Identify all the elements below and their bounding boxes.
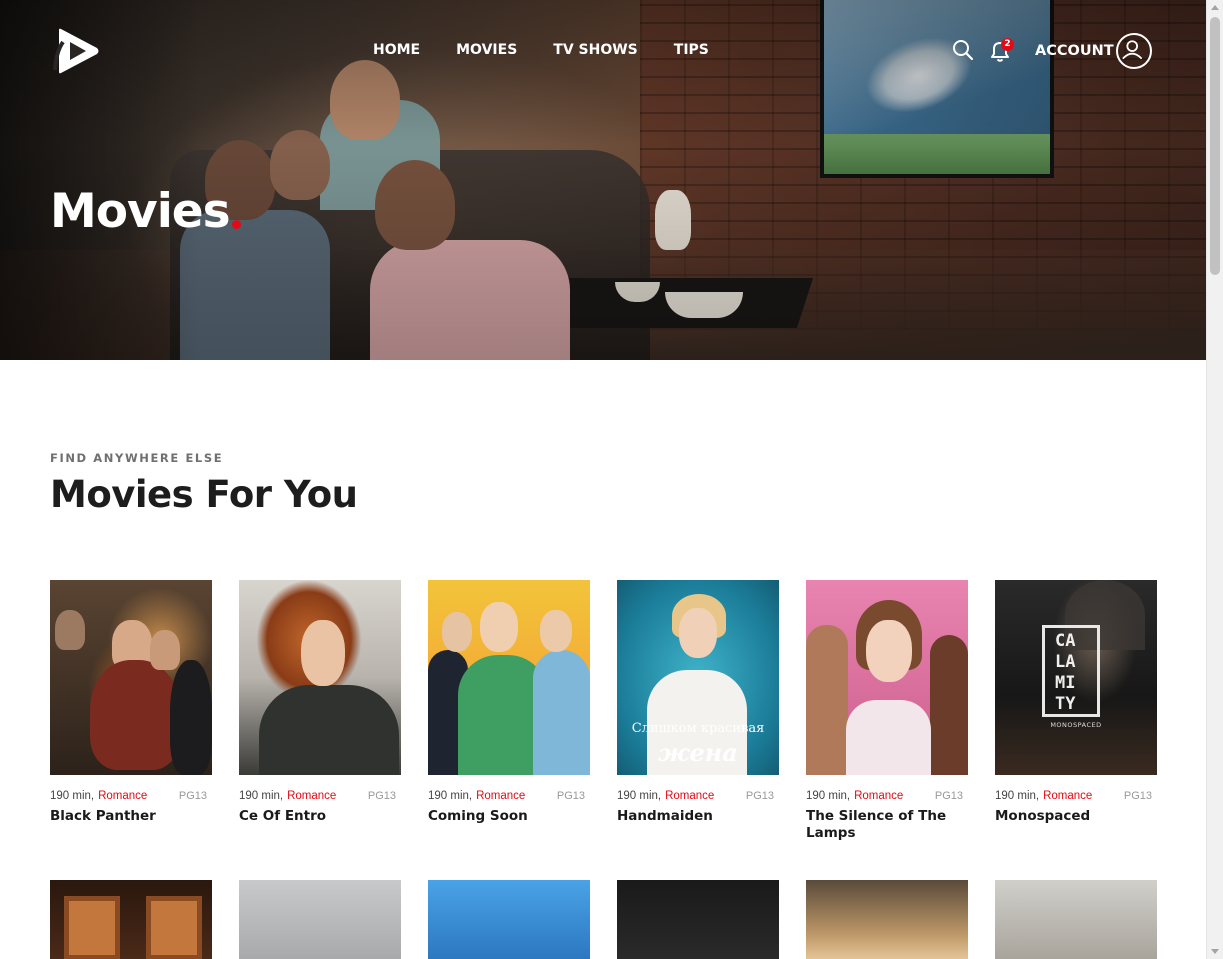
movie-title[interactable]: Coming Soon bbox=[428, 808, 590, 825]
title-accent-dot bbox=[232, 220, 241, 229]
movie-title[interactable]: Black Panther bbox=[50, 808, 212, 825]
poster-text: Слишком красивая bbox=[631, 721, 765, 736]
movie-duration: 190 min, bbox=[806, 790, 851, 802]
user-icon[interactable] bbox=[1116, 33, 1152, 69]
movie-poster[interactable] bbox=[995, 880, 1157, 959]
notifications-button[interactable]: 2 bbox=[987, 38, 1014, 64]
section-eyebrow: FIND ANYWHERE ELSE bbox=[50, 451, 224, 465]
movie-card[interactable]: CA LA MI TY MONOSPACED 190 min, Romance P… bbox=[995, 580, 1157, 825]
movie-card[interactable]: 190 min, Romance PG13 Ce Of Entro bbox=[239, 580, 401, 825]
page: HOME MOVIES TV SHOWS TIPS 2 ACCOUNT Movi… bbox=[0, 0, 1206, 959]
movie-duration: 190 min, bbox=[995, 790, 1040, 802]
movie-rating: PG13 bbox=[367, 790, 396, 802]
scroll-up-icon[interactable] bbox=[1211, 5, 1219, 10]
movie-poster[interactable] bbox=[239, 880, 401, 959]
movie-genre-link[interactable]: Romance bbox=[287, 790, 336, 802]
account-link[interactable]: ACCOUNT bbox=[1035, 42, 1114, 60]
movie-poster[interactable] bbox=[50, 580, 212, 775]
logo-play-icon[interactable] bbox=[53, 26, 103, 76]
movie-rating: PG13 bbox=[934, 790, 963, 802]
movie-card[interactable] bbox=[50, 880, 212, 959]
page-title: Movies bbox=[50, 184, 231, 239]
movie-poster[interactable] bbox=[428, 880, 590, 959]
movie-card[interactable] bbox=[617, 880, 779, 959]
movie-card[interactable]: 190 min, Romance PG13 Coming Soon bbox=[428, 580, 590, 825]
movie-rating: PG13 bbox=[178, 790, 207, 802]
movie-duration: 190 min, bbox=[239, 790, 284, 802]
movie-rating: PG13 bbox=[556, 790, 585, 802]
movie-duration: 190 min, bbox=[50, 790, 95, 802]
movie-title[interactable]: Handmaiden bbox=[617, 808, 779, 825]
poster-text: жена bbox=[658, 738, 738, 767]
nav-movies[interactable]: MOVIES bbox=[456, 41, 517, 59]
main-nav: HOME MOVIES TV SHOWS TIPS bbox=[373, 41, 709, 59]
movie-title[interactable]: Ce Of Entro bbox=[239, 808, 401, 825]
hero-banner: HOME MOVIES TV SHOWS TIPS 2 ACCOUNT Movi… bbox=[0, 0, 1206, 360]
movie-rating: PG13 bbox=[1123, 790, 1152, 802]
movie-poster[interactable] bbox=[806, 880, 968, 959]
movie-card[interactable]: 190 min, Romance PG13 Black Panther bbox=[50, 580, 212, 825]
notification-badge: 2 bbox=[1001, 38, 1014, 51]
movie-card[interactable]: 190 min, Romance PG13 The Silence of The … bbox=[806, 580, 968, 842]
movie-genre-link[interactable]: Romance bbox=[476, 790, 525, 802]
movie-card[interactable] bbox=[806, 880, 968, 959]
movie-rating: PG13 bbox=[745, 790, 774, 802]
scroll-down-icon[interactable] bbox=[1211, 949, 1219, 954]
nav-tv-shows[interactable]: TV SHOWS bbox=[553, 41, 638, 59]
movie-genre-link[interactable]: Romance bbox=[665, 790, 714, 802]
movie-genre-link[interactable]: Romance bbox=[98, 790, 147, 802]
poster-text: MONOSPACED bbox=[1050, 721, 1102, 729]
movie-poster[interactable] bbox=[428, 580, 590, 775]
search-icon[interactable] bbox=[951, 38, 975, 62]
movie-poster[interactable]: Слишком красивая жена bbox=[617, 580, 779, 775]
movie-duration: 190 min, bbox=[617, 790, 662, 802]
movie-poster[interactable] bbox=[617, 880, 779, 959]
page-scrollbar[interactable] bbox=[1206, 0, 1223, 959]
movie-genre-link[interactable]: Romance bbox=[854, 790, 903, 802]
nav-tips[interactable]: TIPS bbox=[674, 41, 709, 59]
movie-duration: 190 min, bbox=[428, 790, 473, 802]
movie-genre-link[interactable]: Romance bbox=[1043, 790, 1092, 802]
movie-card[interactable] bbox=[239, 880, 401, 959]
movie-card[interactable]: Слишком красивая жена 190 min, Romance PG… bbox=[617, 580, 779, 825]
section-title: Movies For You bbox=[50, 473, 358, 516]
poster-logo: CA LA MI TY bbox=[1042, 625, 1100, 717]
movie-poster[interactable] bbox=[806, 580, 968, 775]
movie-poster[interactable] bbox=[50, 880, 212, 959]
movie-title[interactable]: The Silence of The Lamps bbox=[806, 808, 968, 842]
nav-home[interactable]: HOME bbox=[373, 41, 420, 59]
movie-card[interactable] bbox=[995, 880, 1157, 959]
movie-card[interactable] bbox=[428, 880, 590, 959]
movie-title[interactable]: Monospaced bbox=[995, 808, 1157, 825]
movie-poster[interactable] bbox=[239, 580, 401, 775]
scrollbar-thumb[interactable] bbox=[1210, 17, 1220, 275]
movie-poster[interactable]: CA LA MI TY MONOSPACED bbox=[995, 580, 1157, 775]
